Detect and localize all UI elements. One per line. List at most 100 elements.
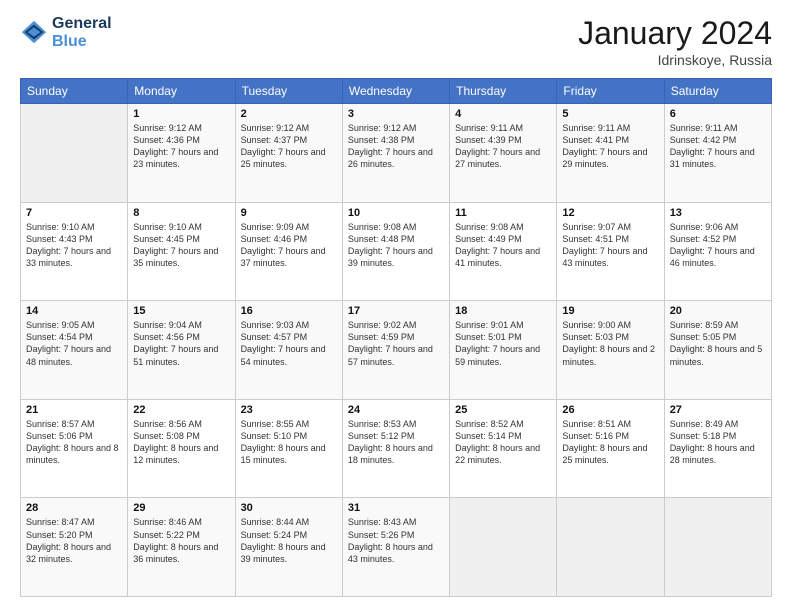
calendar-cell: 10 Sunrise: 9:08 AMSunset: 4:48 PMDayligh… xyxy=(342,202,449,301)
day-info: Sunrise: 9:08 AMSunset: 4:49 PMDaylight:… xyxy=(455,221,551,270)
day-info: Sunrise: 8:55 AMSunset: 5:10 PMDaylight:… xyxy=(241,418,337,467)
month-title: January 2024 xyxy=(578,15,772,52)
logo-text: General Blue xyxy=(52,15,112,50)
day-number: 14 xyxy=(26,305,122,317)
day-number: 11 xyxy=(455,207,551,219)
day-number: 5 xyxy=(562,108,658,120)
calendar-cell xyxy=(450,498,557,597)
day-info: Sunrise: 9:11 AMSunset: 4:41 PMDaylight:… xyxy=(562,122,658,171)
calendar-cell: 30 Sunrise: 8:44 AMSunset: 5:24 PMDayligh… xyxy=(235,498,342,597)
day-number: 25 xyxy=(455,404,551,416)
calendar-cell: 23 Sunrise: 8:55 AMSunset: 5:10 PMDayligh… xyxy=(235,399,342,498)
week-row-4: 21 Sunrise: 8:57 AMSunset: 5:06 PMDayligh… xyxy=(21,399,772,498)
calendar-cell: 7Sunrise: 9:10 AMSunset: 4:43 PMDaylight… xyxy=(21,202,128,301)
day-info: Sunrise: 9:09 AMSunset: 4:46 PMDaylight:… xyxy=(241,221,337,270)
day-number: 29 xyxy=(133,502,229,514)
day-number: 17 xyxy=(348,305,444,317)
day-info: Sunrise: 9:02 AMSunset: 4:59 PMDaylight:… xyxy=(348,319,444,368)
calendar-cell: 31 Sunrise: 8:43 AMSunset: 5:26 PMDayligh… xyxy=(342,498,449,597)
day-info: Sunrise: 8:49 AMSunset: 5:18 PMDaylight:… xyxy=(670,418,766,467)
day-info: Sunrise: 9:03 AMSunset: 4:57 PMDaylight:… xyxy=(241,319,337,368)
day-number: 16 xyxy=(241,305,337,317)
day-number: 13 xyxy=(670,207,766,219)
day-number: 2 xyxy=(241,108,337,120)
logo: General Blue xyxy=(20,15,112,50)
day-number: 6 xyxy=(670,108,766,120)
day-number: 19 xyxy=(562,305,658,317)
calendar-cell: 19 Sunrise: 9:00 AMSunset: 5:03 PMDayligh… xyxy=(557,301,664,400)
day-number: 28 xyxy=(26,502,122,514)
day-number: 9 xyxy=(241,207,337,219)
days-of-week-row: SundayMondayTuesdayWednesdayThursdayFrid… xyxy=(21,79,772,104)
calendar-body: 1 Sunrise: 9:12 AMSunset: 4:36 PMDaylight… xyxy=(21,104,772,597)
calendar-cell: 17 Sunrise: 9:02 AMSunset: 4:59 PMDayligh… xyxy=(342,301,449,400)
logo-icon xyxy=(20,19,48,47)
calendar-cell: 22 Sunrise: 8:56 AMSunset: 5:08 PMDayligh… xyxy=(128,399,235,498)
calendar-cell: 24 Sunrise: 8:53 AMSunset: 5:12 PMDayligh… xyxy=(342,399,449,498)
calendar-cell: 4Sunrise: 9:11 AMSunset: 4:39 PMDaylight… xyxy=(450,104,557,203)
week-row-3: 14 Sunrise: 9:05 AMSunset: 4:54 PMDayligh… xyxy=(21,301,772,400)
page: General Blue January 2024 Idrinskoye, Ru… xyxy=(0,0,792,612)
day-info: Sunrise: 9:04 AMSunset: 4:56 PMDaylight:… xyxy=(133,319,229,368)
day-number: 26 xyxy=(562,404,658,416)
day-info: Sunrise: 9:10 AMSunset: 4:43 PMDaylight:… xyxy=(26,221,122,270)
calendar-cell xyxy=(21,104,128,203)
day-info: Sunrise: 8:44 AMSunset: 5:24 PMDaylight:… xyxy=(241,516,337,565)
day-number: 1 xyxy=(133,108,229,120)
day-info: Sunrise: 9:12 AMSunset: 4:36 PMDaylight:… xyxy=(133,122,229,171)
day-number: 8 xyxy=(133,207,229,219)
day-info: Sunrise: 9:10 AMSunset: 4:45 PMDaylight:… xyxy=(133,221,229,270)
calendar-cell: 5 Sunrise: 9:11 AMSunset: 4:41 PMDaylight… xyxy=(557,104,664,203)
day-number: 22 xyxy=(133,404,229,416)
day-info: Sunrise: 9:06 AMSunset: 4:52 PMDaylight:… xyxy=(670,221,766,270)
calendar-cell: 14 Sunrise: 9:05 AMSunset: 4:54 PMDayligh… xyxy=(21,301,128,400)
calendar-cell: 11 Sunrise: 9:08 AMSunset: 4:49 PMDayligh… xyxy=(450,202,557,301)
day-number: 24 xyxy=(348,404,444,416)
day-number: 3 xyxy=(348,108,444,120)
week-row-5: 28Sunrise: 8:47 AMSunset: 5:20 PMDayligh… xyxy=(21,498,772,597)
calendar-cell: 13 Sunrise: 9:06 AMSunset: 4:52 PMDayligh… xyxy=(664,202,771,301)
day-info: Sunrise: 8:52 AMSunset: 5:14 PMDaylight:… xyxy=(455,418,551,467)
day-info: Sunrise: 9:08 AMSunset: 4:48 PMDaylight:… xyxy=(348,221,444,270)
day-number: 30 xyxy=(241,502,337,514)
day-of-week-saturday: Saturday xyxy=(664,79,771,104)
day-of-week-monday: Monday xyxy=(128,79,235,104)
day-info: Sunrise: 8:57 AMSunset: 5:06 PMDaylight:… xyxy=(26,418,122,467)
calendar-cell: 28Sunrise: 8:47 AMSunset: 5:20 PMDayligh… xyxy=(21,498,128,597)
calendar-cell: 6Sunrise: 9:11 AMSunset: 4:42 PMDaylight… xyxy=(664,104,771,203)
day-number: 31 xyxy=(348,502,444,514)
calendar: SundayMondayTuesdayWednesdayThursdayFrid… xyxy=(20,78,772,597)
day-of-week-wednesday: Wednesday xyxy=(342,79,449,104)
day-of-week-friday: Friday xyxy=(557,79,664,104)
calendar-cell: 18Sunrise: 9:01 AMSunset: 5:01 PMDayligh… xyxy=(450,301,557,400)
day-number: 21 xyxy=(26,404,122,416)
calendar-cell: 1 Sunrise: 9:12 AMSunset: 4:36 PMDaylight… xyxy=(128,104,235,203)
calendar-cell: 16 Sunrise: 9:03 AMSunset: 4:57 PMDayligh… xyxy=(235,301,342,400)
day-number: 10 xyxy=(348,207,444,219)
calendar-cell: 29Sunrise: 8:46 AMSunset: 5:22 PMDayligh… xyxy=(128,498,235,597)
calendar-cell xyxy=(557,498,664,597)
day-number: 4 xyxy=(455,108,551,120)
calendar-cell: 21 Sunrise: 8:57 AMSunset: 5:06 PMDayligh… xyxy=(21,399,128,498)
day-info: Sunrise: 8:43 AMSunset: 5:26 PMDaylight:… xyxy=(348,516,444,565)
day-number: 23 xyxy=(241,404,337,416)
title-block: January 2024 Idrinskoye, Russia xyxy=(578,15,772,68)
day-info: Sunrise: 9:00 AMSunset: 5:03 PMDaylight:… xyxy=(562,319,658,368)
day-info: Sunrise: 8:53 AMSunset: 5:12 PMDaylight:… xyxy=(348,418,444,467)
calendar-cell: 3 Sunrise: 9:12 AMSunset: 4:38 PMDaylight… xyxy=(342,104,449,203)
day-info: Sunrise: 9:12 AMSunset: 4:38 PMDaylight:… xyxy=(348,122,444,171)
calendar-cell: 25 Sunrise: 8:52 AMSunset: 5:14 PMDayligh… xyxy=(450,399,557,498)
day-info: Sunrise: 9:12 AMSunset: 4:37 PMDaylight:… xyxy=(241,122,337,171)
calendar-header: SundayMondayTuesdayWednesdayThursdayFrid… xyxy=(21,79,772,104)
day-number: 18 xyxy=(455,305,551,317)
day-info: Sunrise: 8:56 AMSunset: 5:08 PMDaylight:… xyxy=(133,418,229,467)
week-row-1: 1 Sunrise: 9:12 AMSunset: 4:36 PMDaylight… xyxy=(21,104,772,203)
calendar-cell: 15Sunrise: 9:04 AMSunset: 4:56 PMDayligh… xyxy=(128,301,235,400)
calendar-cell xyxy=(664,498,771,597)
location: Idrinskoye, Russia xyxy=(578,52,772,68)
day-info: Sunrise: 9:07 AMSunset: 4:51 PMDaylight:… xyxy=(562,221,658,270)
calendar-cell: 12Sunrise: 9:07 AMSunset: 4:51 PMDayligh… xyxy=(557,202,664,301)
day-number: 27 xyxy=(670,404,766,416)
day-info: Sunrise: 8:51 AMSunset: 5:16 PMDaylight:… xyxy=(562,418,658,467)
day-info: Sunrise: 9:05 AMSunset: 4:54 PMDaylight:… xyxy=(26,319,122,368)
